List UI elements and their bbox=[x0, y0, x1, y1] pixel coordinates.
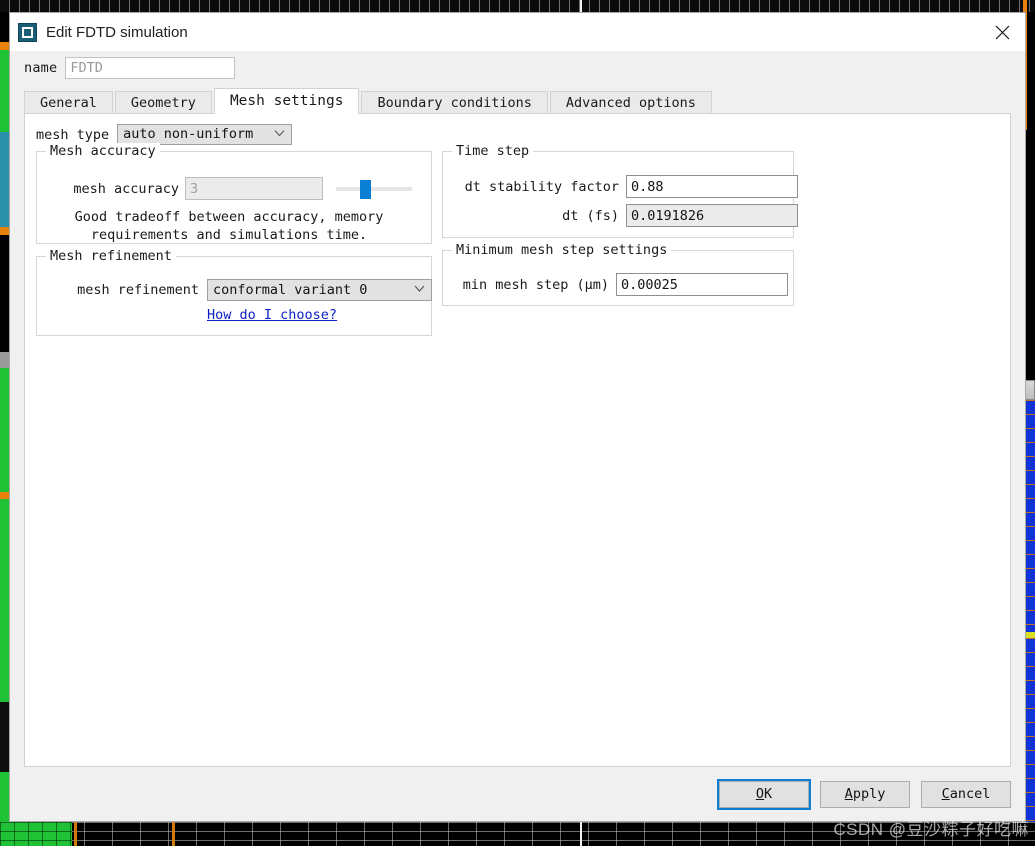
tab-mesh-settings[interactable]: Mesh settings bbox=[213, 88, 360, 114]
cancel-button[interactable]: Cancel bbox=[921, 780, 1011, 808]
tab-boundary-conditions[interactable]: Boundary conditions bbox=[361, 91, 548, 113]
viewport-grid-orange-line-1 bbox=[74, 822, 77, 846]
name-row: name bbox=[10, 51, 1025, 87]
mesh-accuracy-slider[interactable] bbox=[336, 177, 412, 200]
mesh-accuracy-label: mesh accuracy bbox=[73, 180, 179, 197]
dt-fs-row: dt (fs) bbox=[454, 204, 798, 227]
tab-general[interactable]: General bbox=[24, 91, 113, 113]
viewport-grid-white-line bbox=[580, 822, 582, 846]
tab-geometry[interactable]: Geometry bbox=[114, 91, 212, 113]
mesh-refinement-select[interactable]: conformal variant 0 bbox=[207, 279, 432, 301]
viewport-left-color-strip bbox=[0, 12, 9, 822]
dt-stability-factor-input[interactable] bbox=[626, 175, 798, 198]
min-mesh-step-label: min mesh step (μm) bbox=[462, 276, 609, 293]
mesh-accuracy-group: Mesh accuracy mesh accuracy Good tradeof… bbox=[36, 143, 432, 244]
dialog-titlebar: Edit FDTD simulation bbox=[10, 13, 1025, 51]
ok-button-label: K bbox=[764, 786, 773, 802]
name-input[interactable] bbox=[65, 57, 236, 79]
mesh-refinement-value: conformal variant 0 bbox=[213, 282, 368, 298]
min-mesh-step-row: min mesh step (μm) bbox=[454, 273, 788, 296]
ok-button-mnemonic: O bbox=[755, 786, 764, 802]
mesh-accuracy-hint: Good tradeoff between accuracy, memory r… bbox=[37, 208, 421, 244]
minimum-mesh-step-legend: Minimum mesh step settings bbox=[452, 242, 672, 258]
tab-advanced-options[interactable]: Advanced options bbox=[549, 91, 712, 113]
apply-button-label: pply bbox=[852, 786, 886, 802]
mesh-type-row: mesh type auto non-uniform bbox=[25, 114, 1010, 145]
mesh-refinement-row: mesh refinement conformal variant 0 bbox=[49, 279, 432, 301]
cancel-button-label: ancel bbox=[949, 786, 991, 802]
apply-button[interactable]: Apply bbox=[820, 780, 910, 808]
mesh-refinement-legend: Mesh refinement bbox=[46, 248, 176, 264]
viewport-grid-orange-line-2 bbox=[172, 822, 175, 846]
cancel-button-mnemonic: C bbox=[941, 786, 950, 802]
fdtd-solver-icon bbox=[18, 22, 37, 42]
mesh-accuracy-hint-line2: requirements and simulations time. bbox=[90, 227, 368, 243]
dt-fs-input[interactable] bbox=[626, 204, 798, 227]
mesh-accuracy-legend: Mesh accuracy bbox=[46, 143, 160, 159]
minimum-mesh-step-group: Minimum mesh step settings min mesh step… bbox=[442, 242, 794, 306]
dialog-button-bar: OK Apply Cancel bbox=[10, 767, 1025, 821]
apply-button-mnemonic: A bbox=[844, 786, 853, 802]
time-step-group: Time step dt stability factor dt (fs) bbox=[442, 143, 798, 238]
mesh-accuracy-input[interactable] bbox=[185, 177, 323, 200]
viewport-bottom-grid bbox=[0, 822, 1035, 846]
min-mesh-step-input[interactable] bbox=[616, 273, 788, 296]
dt-stability-factor-label: dt stability factor bbox=[464, 178, 619, 195]
mesh-type-value: auto non-uniform bbox=[123, 126, 254, 142]
mesh-accuracy-row: mesh accuracy bbox=[49, 177, 412, 200]
mesh-type-label: mesh type bbox=[36, 126, 110, 143]
dt-fs-label: dt (fs) bbox=[562, 207, 619, 224]
name-label: name bbox=[24, 60, 58, 76]
tab-strip: General Geometry Mesh settings Boundary … bbox=[10, 87, 1025, 114]
viewport-green-region bbox=[0, 822, 72, 846]
close-icon[interactable] bbox=[979, 13, 1025, 51]
ok-button[interactable]: OK bbox=[717, 778, 811, 810]
time-step-legend: Time step bbox=[452, 143, 534, 159]
how-do-i-choose-link[interactable]: How do I choose? bbox=[207, 307, 337, 323]
edit-fdtd-simulation-dialog: Edit FDTD simulation name General Geomet… bbox=[9, 12, 1026, 822]
slider-groove bbox=[336, 187, 412, 191]
mesh-refinement-label: mesh refinement bbox=[77, 282, 199, 298]
dialog-title: Edit FDTD simulation bbox=[46, 23, 188, 41]
slider-handle[interactable] bbox=[360, 180, 371, 199]
mesh-settings-panel: mesh type auto non-uniform Mesh accuracy… bbox=[24, 113, 1011, 767]
ruler-major-tick bbox=[580, 0, 582, 12]
mesh-accuracy-hint-line1: Good tradeoff between accuracy, memory bbox=[74, 209, 384, 225]
mesh-type-select[interactable]: auto non-uniform bbox=[117, 123, 293, 145]
mesh-refinement-group: Mesh refinement mesh refinement conforma… bbox=[36, 248, 432, 336]
chevron-down-icon bbox=[414, 278, 425, 298]
dt-stability-factor-row: dt stability factor bbox=[454, 175, 798, 198]
chevron-down-icon bbox=[274, 123, 285, 142]
